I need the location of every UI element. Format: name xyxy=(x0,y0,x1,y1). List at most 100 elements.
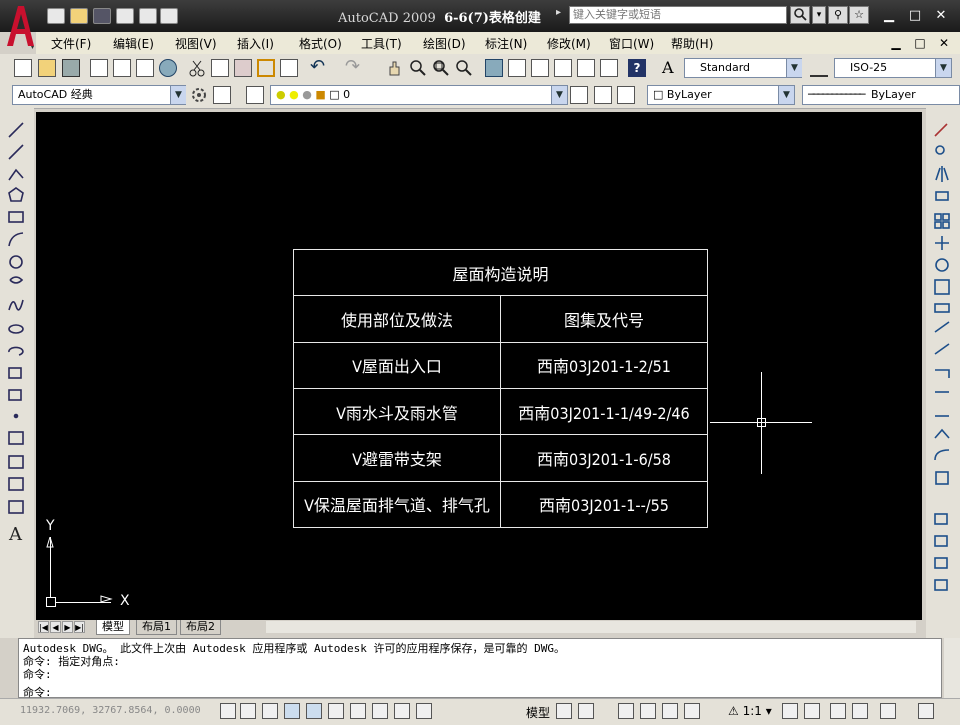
zoom-previous-icon[interactable] xyxy=(455,59,473,77)
publish-icon[interactable] xyxy=(136,59,154,77)
minimize-button[interactable]: ▁ xyxy=(880,8,898,24)
doc-restore-button[interactable]: □ xyxy=(912,35,928,51)
menu-format[interactable]: 格式(O) xyxy=(299,35,342,52)
save-icon[interactable] xyxy=(62,59,80,77)
auto-scale-icon[interactable] xyxy=(804,703,820,719)
color-select[interactable]: □ ByLayer xyxy=(647,85,795,105)
undo-icon[interactable]: ↶ xyxy=(310,58,328,77)
annotation-visibility-icon[interactable] xyxy=(782,703,798,719)
menu-tools[interactable]: 工具(T) xyxy=(361,35,402,52)
first-tab-icon[interactable]: |◀ xyxy=(38,621,49,633)
table-cell[interactable]: 西南03J201-1-2/51 xyxy=(500,341,708,389)
table-cell[interactable]: V保温屋面排气道、排气孔 xyxy=(293,480,501,529)
table-cell[interactable]: V避雷带支架 xyxy=(293,434,501,482)
chevron-down-icon[interactable]: ▼ xyxy=(935,59,951,77)
menu-browser-button[interactable] xyxy=(3,2,35,52)
table-cell[interactable]: 西南03J201-1-1/49-2/46 xyxy=(500,387,708,436)
make-current-icon[interactable] xyxy=(570,86,588,104)
next-tab-icon[interactable]: ▶ xyxy=(62,621,73,633)
menu-insert[interactable]: 插入(I) xyxy=(237,35,274,52)
tab-layout1[interactable]: 布局1 xyxy=(136,620,177,635)
quickcalc-icon[interactable] xyxy=(600,59,618,77)
pan-icon[interactable] xyxy=(618,703,634,719)
layer-previous-icon[interactable] xyxy=(594,86,612,104)
quick-properties-icon[interactable] xyxy=(416,703,432,719)
open-file-icon[interactable] xyxy=(70,8,88,24)
copy-icon[interactable] xyxy=(211,59,229,77)
zoom-window-icon[interactable] xyxy=(432,59,450,77)
search-button[interactable] xyxy=(790,6,810,24)
table-cell[interactable]: V屋面出入口 xyxy=(293,341,501,389)
zoom-icon[interactable] xyxy=(640,703,656,719)
zoom-realtime-icon[interactable] xyxy=(409,59,427,77)
plot-preview-icon[interactable] xyxy=(113,59,131,77)
menu-draw[interactable]: 绘图(D) xyxy=(423,35,466,52)
status-tray-icon[interactable] xyxy=(880,703,896,719)
drawing-table[interactable]: 屋面构造说明 使用部位及做法 图集及代号 V屋面出入口 西南03J201-1-2… xyxy=(293,248,708,529)
lineweight-icon[interactable] xyxy=(394,703,410,719)
ortho-mode-icon[interactable] xyxy=(262,703,278,719)
redo-icon[interactable] xyxy=(160,8,178,24)
table-cell[interactable]: V雨水斗及雨水管 xyxy=(293,387,501,436)
quick-view-layouts-icon[interactable] xyxy=(556,703,572,719)
maximize-button[interactable]: □ xyxy=(906,8,924,24)
dynamic-input-icon[interactable] xyxy=(372,703,388,719)
menu-help[interactable]: 帮助(H) xyxy=(671,35,713,52)
drawing-canvas[interactable]: 屋面构造说明 使用部位及做法 图集及代号 V屋面出入口 西南03J201-1-2… xyxy=(36,112,922,620)
tab-layout2[interactable]: 布局2 xyxy=(180,620,221,635)
gear-icon[interactable] xyxy=(190,86,208,104)
redo-icon[interactable]: ↷ xyxy=(345,58,363,77)
cut-icon[interactable] xyxy=(188,59,206,77)
open-icon[interactable] xyxy=(38,59,56,77)
undo-icon[interactable] xyxy=(139,8,157,24)
text-style-select[interactable]: Standard xyxy=(684,58,802,78)
table-cell[interactable]: 西南03J201-1--/55 xyxy=(500,480,708,529)
coordinate-display[interactable]: 11932.7069, 32767.8564, 0.0000 xyxy=(20,705,201,716)
command-window[interactable]: Autodesk DWG。 此文件上次由 Autodesk 应用程序或 Auto… xyxy=(18,638,942,699)
help-icon[interactable]: ? xyxy=(628,59,646,77)
chevron-down-icon[interactable]: ▼ xyxy=(551,86,567,104)
plot-icon[interactable] xyxy=(90,59,108,77)
annotation-scale[interactable]: ⚠ 1:1 ▾ xyxy=(728,704,772,718)
pan-icon[interactable] xyxy=(386,59,404,77)
horizontal-scrollbar[interactable] xyxy=(266,621,916,633)
object-snap-tracking-icon[interactable] xyxy=(328,703,344,719)
doc-close-button[interactable]: ✕ xyxy=(936,35,952,51)
menu-view[interactable]: 视图(V) xyxy=(175,35,217,52)
menu-dimension[interactable]: 标注(N) xyxy=(485,35,527,52)
design-center-icon[interactable] xyxy=(508,59,526,77)
search-expand-icon[interactable]: ▸ xyxy=(556,7,561,18)
close-button[interactable]: ✕ xyxy=(932,8,950,24)
showmotion-icon[interactable] xyxy=(684,703,700,719)
steering-wheel-icon[interactable] xyxy=(662,703,678,719)
lock-icon[interactable] xyxy=(852,703,868,719)
new-file-icon[interactable] xyxy=(47,8,65,24)
model-space-button[interactable]: 模型 xyxy=(526,704,550,721)
table-title[interactable]: 屋面构造说明 xyxy=(293,248,708,297)
save-icon[interactable] xyxy=(93,8,111,24)
properties-icon[interactable] xyxy=(485,59,503,77)
menu-modify[interactable]: 修改(M) xyxy=(547,35,591,52)
match-properties-icon[interactable] xyxy=(257,59,275,77)
tab-model[interactable]: 模型 xyxy=(96,620,130,635)
command-scrollbar[interactable] xyxy=(944,638,960,698)
layer-properties-icon[interactable] xyxy=(246,86,264,104)
3d-dwf-icon[interactable] xyxy=(159,59,177,77)
print-icon[interactable] xyxy=(116,8,134,24)
search-input[interactable]: 键入关键字或短语 xyxy=(569,6,787,24)
menu-window[interactable]: 窗口(W) xyxy=(609,35,654,52)
qnew-icon[interactable] xyxy=(14,59,32,77)
layer-states-icon[interactable] xyxy=(617,86,635,104)
menu-file[interactable]: 文件(F) xyxy=(51,35,91,52)
quick-view-drawings-icon[interactable] xyxy=(578,703,594,719)
table-header[interactable]: 使用部位及做法 xyxy=(293,295,501,343)
favorites-icon[interactable]: ☆ xyxy=(849,6,869,24)
customize-icon[interactable] xyxy=(213,86,231,104)
object-snap-icon[interactable] xyxy=(306,703,322,719)
tool-palettes-icon[interactable] xyxy=(531,59,549,77)
markup-icon[interactable] xyxy=(577,59,595,77)
polar-tracking-icon[interactable] xyxy=(284,703,300,719)
chevron-down-icon[interactable]: ▼ xyxy=(786,59,802,77)
menu-edit[interactable]: 编辑(E) xyxy=(113,35,154,52)
chevron-down-icon[interactable]: ▼ xyxy=(778,86,794,104)
